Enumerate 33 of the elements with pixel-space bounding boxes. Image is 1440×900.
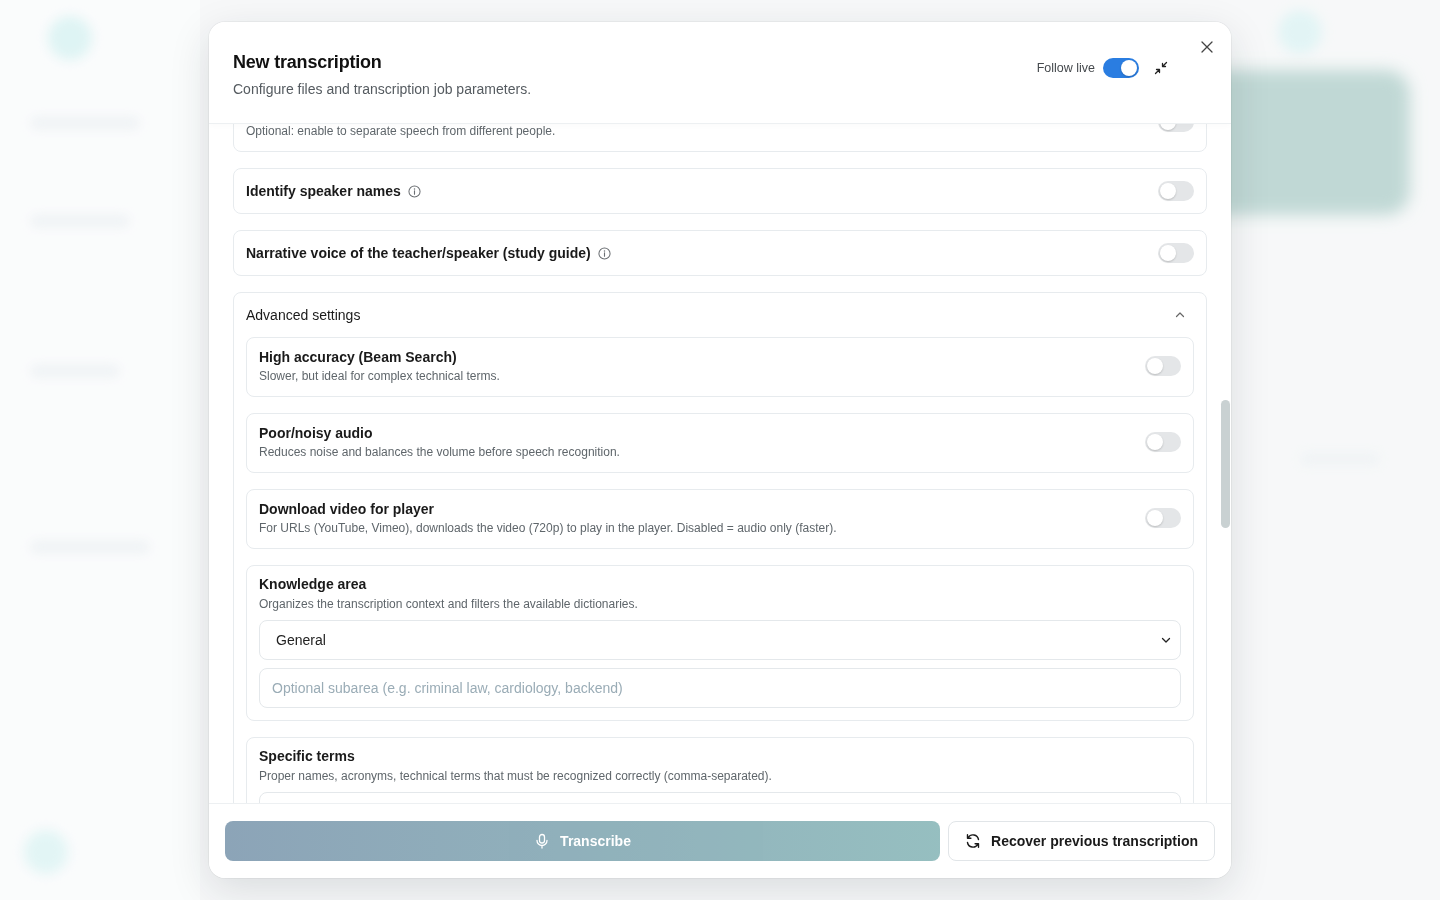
toggle-switch[interactable] — [1145, 507, 1181, 528]
setting-label: Specific terms — [259, 747, 356, 766]
setting-description: Slower, but ideal for complex technical terms. — [259, 368, 501, 384]
setting-label: Poor/noisy audio — [259, 424, 374, 443]
close-icon — [1200, 40, 1214, 54]
microphone-icon — [534, 833, 551, 849]
accordion-header[interactable]: Advanced settings — [246, 293, 1194, 337]
info-icon[interactable] — [597, 246, 611, 260]
setting-description: Reduces noise and balances the volume before speech recognition. — [259, 444, 621, 460]
collapse-arrows-icon — [1154, 61, 1168, 75]
dialog-title: New transcription — [233, 51, 383, 74]
option-description: Optional: enable to separate speech from different people. — [246, 124, 557, 139]
refresh-icon — [965, 833, 982, 849]
toggle-switch[interactable] — [1103, 58, 1139, 78]
toggle-switch[interactable] — [1145, 355, 1181, 376]
dialog-subtitle: Configure files and transcription job parameters. — [233, 80, 532, 99]
setting-description: Proper names, acronyms, technical terms that must be recognized correctly (comma-separated). — [259, 768, 773, 784]
recover-button[interactable]: Recover previous transcription — [948, 821, 1215, 861]
scrollbar[interactable] — [1221, 400, 1230, 528]
info-icon[interactable] — [407, 184, 421, 198]
follow-live-label: Follow live — [1036, 61, 1095, 75]
option-label: Narrative voice of the teacher/speaker (study guide) — [246, 244, 591, 263]
toggle-switch[interactable] — [1158, 243, 1194, 263]
setting-label: High accuracy (Beam Search) — [259, 348, 458, 367]
setting-label: Knowledge area — [259, 575, 368, 594]
input-field[interactable]: Optional subarea (e.g. criminal law, cardiology, backend) — [259, 668, 1181, 708]
select-field[interactable]: General — [259, 620, 1181, 660]
toggle-switch[interactable] — [1145, 431, 1181, 452]
setting-label: Download video for player — [259, 500, 436, 519]
setting-description: For URLs (YouTube, Vimeo), downloads the video (720p) to play in the player. Disabled = audio only (faster). — [259, 520, 838, 536]
option-label: Identify speaker names — [246, 182, 401, 201]
toggle-switch[interactable] — [1158, 181, 1194, 201]
setting-description: Organizes the transcription context and filters the available dictionaries. — [259, 596, 639, 612]
